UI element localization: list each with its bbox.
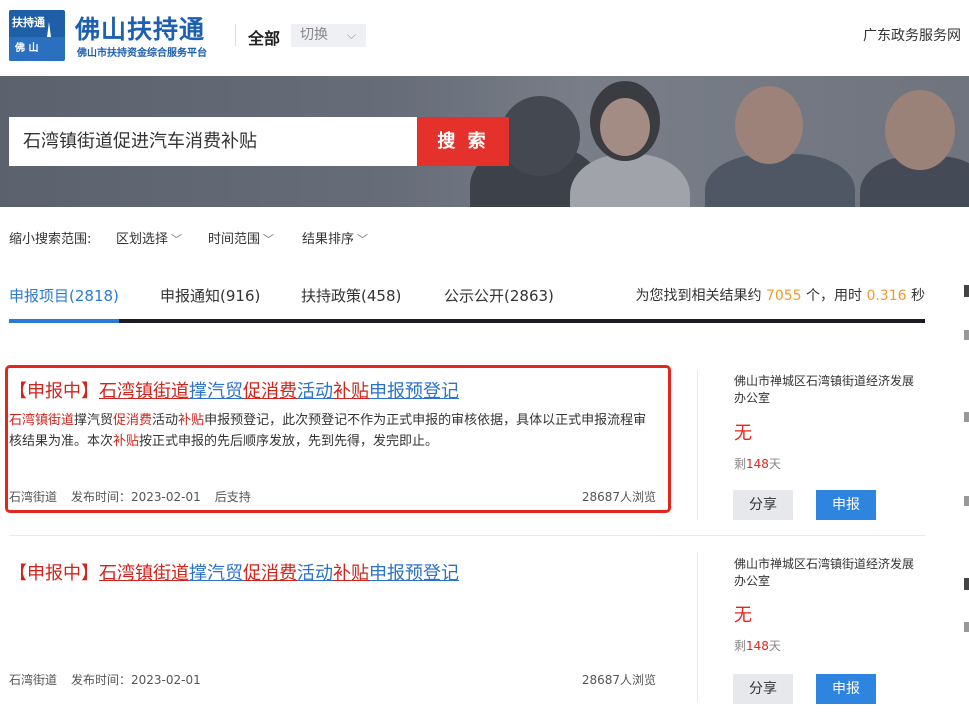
remain-suffix: 天: [768, 639, 781, 653]
switch-label: 切换: [300, 27, 328, 43]
sidebar-fragment: [964, 285, 969, 297]
share-button[interactable]: 分享: [733, 490, 793, 520]
site-subtitle: 佛山市扶持资金综合服务平台: [77, 48, 207, 59]
tab-policies[interactable]: 扶持政策(458): [301, 285, 401, 306]
switch-scope-dropdown[interactable]: 切换 ⌵: [291, 24, 366, 47]
chevron-down-icon: ﹀: [263, 233, 275, 246]
result-date: 发布时间：2023-02-01: [71, 673, 201, 687]
filter-sort-label: 结果排序: [302, 232, 355, 247]
logo-icon[interactable]: 扶持通 佛 山: [9, 10, 65, 61]
filter-time-label: 时间范围: [208, 232, 261, 247]
result-title-link[interactable]: 【申报中】石湾镇街道撑汽贸促消费活动补贴申报预登记: [9, 559, 459, 585]
chevron-down-icon: ⌵: [346, 28, 356, 42]
remain-prefix: 剩: [734, 639, 747, 653]
side-divider: [697, 370, 698, 520]
sidebar-fragment: [964, 622, 969, 632]
highlight-box: [5, 365, 671, 513]
chevron-down-icon: ﹀: [357, 233, 369, 246]
filter-region-label: 区划选择: [116, 232, 169, 247]
filter-label: 缩小搜索范围:: [9, 232, 92, 247]
filter-sort-dropdown[interactable]: 结果排序 ﹀: [302, 228, 368, 247]
result-title-part: 申报预登记: [369, 563, 459, 584]
result-org: 佛山市禅城区石湾镇街道经济发展办公室: [734, 374, 915, 405]
tab-underline: [9, 319, 925, 323]
logo-badge-top: 扶持通: [12, 16, 45, 29]
results-time: 0.316: [866, 288, 907, 304]
sidebar-fragment: [964, 496, 969, 506]
side-divider: [697, 552, 698, 702]
result-title-part: 补贴: [333, 563, 369, 584]
apply-button[interactable]: 申报: [816, 490, 876, 520]
share-button[interactable]: 分享: [733, 674, 793, 704]
sidebar-fragment: [964, 412, 969, 422]
results-summary: 为您找到相关结果约 7055 个，用时 0.316 秒: [635, 285, 925, 305]
result-amount: 无: [734, 423, 752, 444]
result-title-part: 撑汽贸: [189, 563, 243, 584]
logo-badge-bottom: 佛 山: [9, 37, 65, 61]
filter-time-dropdown[interactable]: 时间范围 ﹀: [208, 228, 274, 247]
site-header: 扶持通 佛 山 佛山扶持通 佛山市扶持资金综合服务平台 全部 切换 ⌵ 广东政务…: [0, 0, 969, 76]
tab-projects[interactable]: 申报项目(2818): [9, 285, 119, 306]
result-title-part: 促消费: [243, 563, 297, 584]
header-divider: [235, 24, 236, 46]
results-suffix: 秒: [911, 288, 925, 304]
remain-suffix: 天: [768, 457, 781, 471]
result-region: 石湾街道: [9, 673, 58, 687]
tab-public[interactable]: 公示公开(2863): [444, 285, 554, 306]
tab-active-indicator: [9, 319, 119, 323]
sidebar-fragment: [964, 578, 969, 590]
result-title-part: 活动: [297, 563, 333, 584]
result-status: 【申报中】: [9, 563, 99, 584]
result-meta: 石湾街道 发布时间：2023-02-01: [9, 671, 215, 688]
gov-service-link[interactable]: 广东政务服务网: [863, 25, 961, 45]
tab-notices[interactable]: 申报通知(916): [160, 285, 260, 306]
result-remaining: 剩148天: [734, 455, 781, 472]
results-mid: 个，用时: [806, 288, 862, 304]
result-separator: [9, 535, 925, 536]
chevron-down-icon: ﹀: [171, 233, 183, 246]
remain-prefix: 剩: [734, 457, 747, 471]
results-prefix: 为您找到相关结果约: [635, 288, 762, 304]
result-org: 佛山市禅城区石湾镇街道经济发展办公室: [734, 557, 915, 588]
apply-button[interactable]: 申报: [816, 674, 876, 704]
remain-days: 148: [746, 639, 769, 653]
remain-days: 148: [746, 457, 769, 471]
scope-label: 全部: [248, 29, 281, 48]
sidebar-fragment: [964, 330, 969, 340]
search-button[interactable]: 搜 索: [417, 117, 509, 166]
result-title-part: 石湾镇街道: [99, 563, 189, 584]
result-views: 28687人浏览: [581, 673, 656, 687]
site-title[interactable]: 佛山扶持通: [75, 10, 205, 46]
search-input[interactable]: 石湾镇街道促进汽车消费补贴: [9, 117, 417, 166]
filter-region-dropdown[interactable]: 区划选择 ﹀: [116, 228, 182, 247]
result-amount: 无: [734, 605, 752, 626]
result-remaining: 剩148天: [734, 637, 781, 654]
results-count: 7055: [765, 288, 802, 304]
